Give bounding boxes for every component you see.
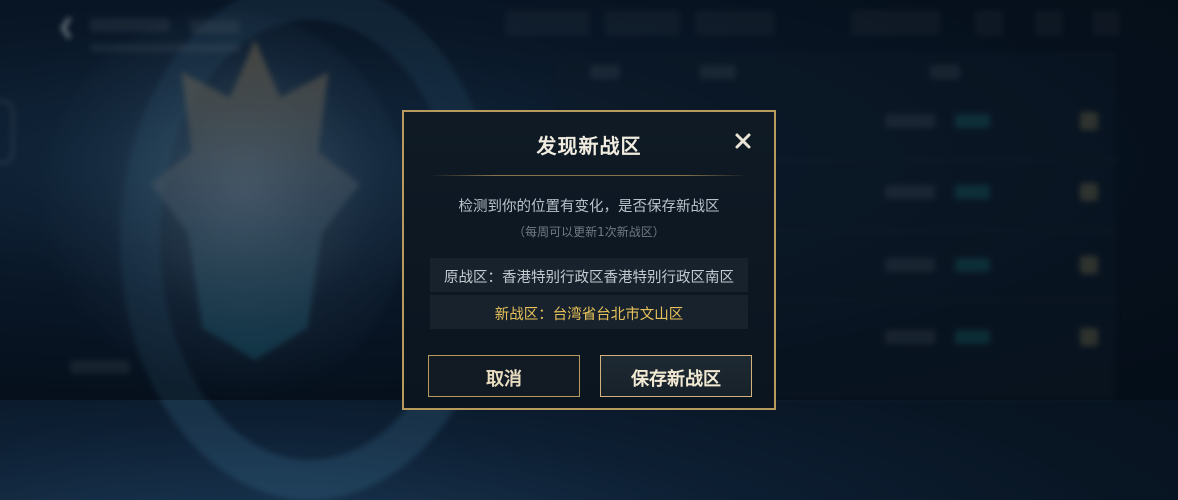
new-region-dialog: 发现新战区 检测到你的位置有变化，是否保存新战区 （每周可以更新1次新战区） 原… [402,110,776,410]
save-region-button[interactable]: 保存新战区 [600,355,752,397]
close-icon[interactable] [734,132,752,150]
old-region-row: 原战区：香港特别行政区香港特别行政区南区 [430,258,748,292]
update-limit-note: （每周可以更新1次新战区） [513,225,665,239]
cancel-button[interactable]: 取消 [428,355,580,397]
dialog-title: 发现新战区 [536,134,642,158]
title-divider [430,175,748,176]
new-region-row: 新战区：台湾省台北市文山区 [430,295,748,329]
dialog-message: 检测到你的位置有变化，是否保存新战区 [458,199,720,215]
